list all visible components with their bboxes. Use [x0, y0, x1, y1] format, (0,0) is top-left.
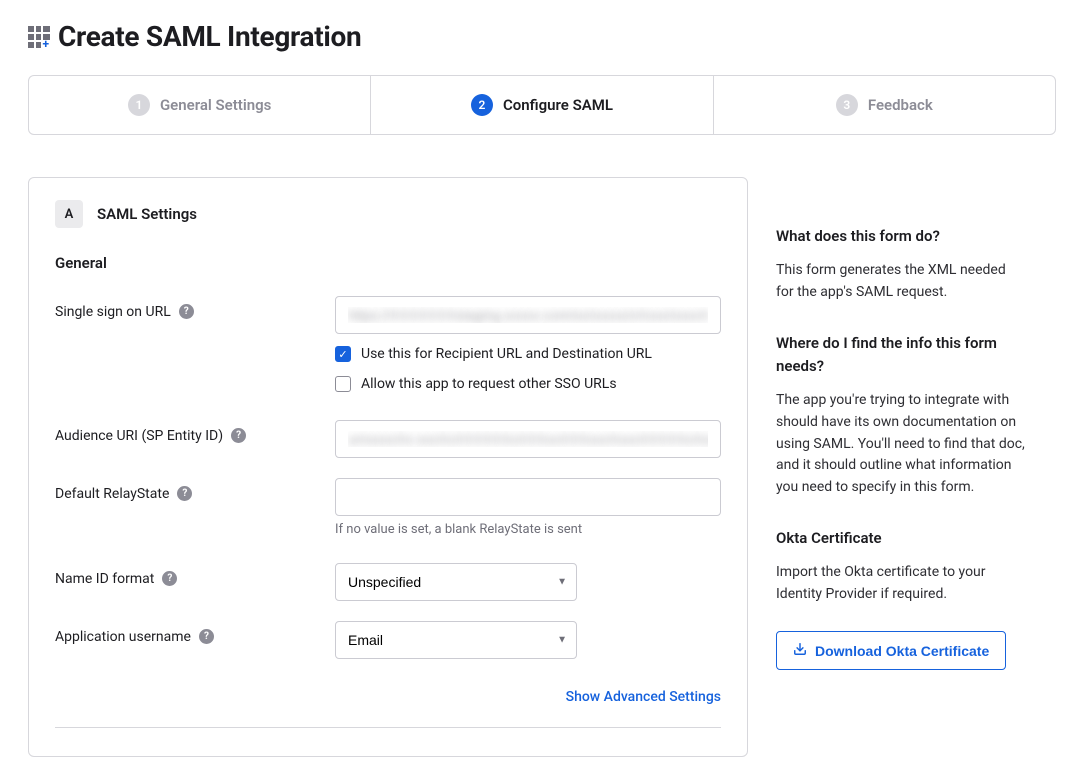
help-sidebar: What does this form do? This form genera…: [776, 177, 1026, 670]
sidebar-text: This form generates the XML needed for t…: [776, 260, 1026, 303]
page-header: + Create SAML Integration: [28, 20, 1056, 53]
help-text-relay: If no value is set, a blank RelayState i…: [335, 522, 721, 537]
help-icon[interactable]: ?: [231, 428, 246, 443]
wizard-steps: 1 General Settings 2 Configure SAML 3 Fe…: [28, 75, 1056, 135]
section-title: SAML Settings: [97, 205, 197, 223]
divider: [55, 727, 721, 728]
input-audience-uri[interactable]: [335, 420, 721, 458]
row-audience-uri: Audience URI (SP Entity ID) ?: [55, 420, 721, 458]
label-nameid: Name ID format: [55, 571, 154, 587]
select-nameid-format[interactable]: Unspecified: [335, 563, 577, 601]
button-label: Download Okta Certificate: [815, 643, 989, 659]
section-header: A SAML Settings: [55, 200, 721, 228]
wizard-step-feedback[interactable]: 3 Feedback: [714, 76, 1055, 134]
row-app-username: Application username ? Email ▼: [55, 621, 721, 659]
sidebar-text: Import the Okta certificate to your Iden…: [776, 562, 1026, 605]
step-label: General Settings: [160, 96, 271, 114]
checkbox-label: Use this for Recipient URL and Destinati…: [361, 346, 652, 362]
row-nameid-format: Name ID format ? Unspecified ▼: [55, 563, 721, 601]
wizard-step-configure-saml[interactable]: 2 Configure SAML: [371, 76, 713, 134]
input-relay-state[interactable]: [335, 478, 721, 516]
wizard-step-general-settings[interactable]: 1 General Settings: [29, 76, 371, 134]
download-okta-certificate-button[interactable]: Download Okta Certificate: [776, 631, 1006, 670]
input-sso-url[interactable]: [335, 296, 721, 334]
help-icon[interactable]: ?: [179, 304, 194, 319]
page-title: Create SAML Integration: [58, 20, 361, 53]
sidebar-heading-what: What does this form do?: [776, 225, 1026, 248]
checkbox-icon-checked: ✓: [335, 346, 351, 362]
step-label: Feedback: [868, 96, 933, 114]
sidebar-text: The app you're trying to integrate with …: [776, 390, 1026, 498]
label-app-username: Application username: [55, 629, 191, 645]
download-icon: [793, 642, 807, 659]
subheading-general: General: [55, 254, 721, 272]
help-icon[interactable]: ?: [162, 571, 177, 586]
checkbox-allow-other-sso[interactable]: Allow this app to request other SSO URLs: [335, 376, 721, 392]
show-advanced-settings-link[interactable]: Show Advanced Settings: [566, 689, 721, 705]
checkbox-recipient-destination[interactable]: ✓ Use this for Recipient URL and Destina…: [335, 346, 721, 362]
sidebar-heading-where: Where do I find the info this form needs…: [776, 332, 1026, 379]
checkbox-icon-unchecked: [335, 376, 351, 392]
label-relay-state: Default RelayState: [55, 486, 169, 502]
label-sso-url: Single sign on URL: [55, 304, 171, 320]
section-badge: A: [55, 200, 83, 228]
help-icon[interactable]: ?: [177, 486, 192, 501]
row-sso-url: Single sign on URL ? ✓ Use this for Reci…: [55, 296, 721, 392]
checkbox-label: Allow this app to request other SSO URLs: [361, 376, 617, 392]
saml-settings-card: A SAML Settings General Single sign on U…: [28, 177, 748, 757]
app-grid-icon: +: [28, 26, 50, 48]
step-number: 1: [128, 94, 150, 116]
row-relay-state: Default RelayState ? If no value is set,…: [55, 478, 721, 537]
help-icon[interactable]: ?: [199, 629, 214, 644]
step-number: 2: [471, 94, 493, 116]
sidebar-heading-cert: Okta Certificate: [776, 527, 1026, 550]
step-label: Configure SAML: [503, 96, 613, 114]
step-number: 3: [836, 94, 858, 116]
select-app-username[interactable]: Email: [335, 621, 577, 659]
label-audience-uri: Audience URI (SP Entity ID): [55, 428, 223, 444]
